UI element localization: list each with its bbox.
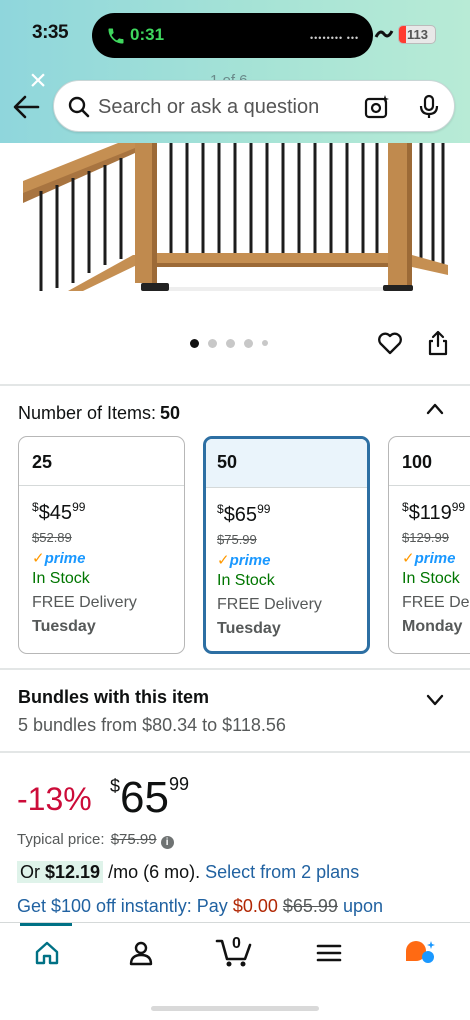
prime-badge-icon: ✓prime — [402, 550, 456, 567]
prime-badge-icon: ✓prime — [217, 552, 271, 569]
carousel-dot[interactable] — [208, 338, 217, 348]
carousel-dot[interactable] — [262, 340, 268, 346]
dynamic-island[interactable]: 0:31 •••••••• ••• — [92, 13, 373, 58]
item-option-qty: 50 — [206, 439, 367, 488]
items-selector-label: Number of Items: 50 — [18, 403, 180, 424]
cart-icon[interactable]: 0 — [215, 933, 253, 969]
carousel-dot[interactable] — [190, 338, 199, 348]
share-icon[interactable] — [427, 330, 449, 356]
item-option-25[interactable]: 25 $$4599 $52.89 ✓prime In Stock FREE De… — [18, 436, 185, 654]
select-plans-link[interactable]: Select from 2 plans — [205, 862, 359, 882]
search-bar[interactable] — [53, 80, 455, 132]
status-time: 3:35 — [32, 22, 69, 43]
item-option-stock: In Stock — [217, 572, 275, 589]
bottom-navigation: 0 — [0, 922, 470, 1020]
status-indicators: 113 — [374, 24, 464, 46]
camera-search-icon[interactable] — [364, 94, 390, 120]
section-divider — [0, 668, 470, 670]
info-icon[interactable]: i — [160, 836, 174, 849]
item-option-qty: 25 — [19, 437, 184, 486]
cart-count: 0 — [232, 935, 241, 952]
prime-badge-icon: ✓prime — [32, 550, 86, 567]
item-option-stock: In Stock — [402, 570, 460, 587]
items-selected-value: 50 — [160, 403, 181, 423]
close-icon[interactable]: × — [26, 66, 50, 96]
home-indicator — [151, 1006, 319, 1011]
monthly-payment: Or $12.19 /mo (6 mo). Select from 2 plan… — [17, 861, 359, 883]
carousel-dot[interactable] — [226, 338, 235, 348]
bundles-subtitle[interactable]: 5 bundles from $80.34 to $118.56 — [18, 715, 286, 736]
microphone-icon[interactable] — [418, 94, 440, 120]
chevron-down-icon[interactable] — [424, 690, 446, 710]
battery-icon: 113 — [398, 25, 436, 44]
item-option-delivery-day: Monday — [402, 618, 463, 635]
carousel-dot[interactable] — [244, 338, 253, 348]
item-option-stock: In Stock — [32, 570, 90, 587]
phone-icon — [108, 28, 124, 44]
back-arrow-icon[interactable] — [12, 94, 40, 120]
search-input[interactable] — [98, 89, 348, 125]
item-option-price: $$4599 — [32, 500, 86, 524]
rufus-assistant-icon[interactable] — [404, 939, 438, 967]
item-option-delivery: FREE Delivery — [402, 594, 470, 611]
item-option-100[interactable]: 100 $$11999 $129.99 ✓prime In Stock FREE… — [388, 436, 470, 654]
account-icon[interactable] — [127, 939, 155, 967]
activity-icon — [374, 30, 394, 38]
audio-wave-icon: •••••••• ••• — [310, 33, 360, 43]
item-option-price: $$11999 — [402, 500, 466, 524]
menu-icon[interactable] — [315, 939, 343, 967]
bundles-title[interactable]: Bundles with this item — [18, 687, 209, 708]
product-photo — [23, 143, 448, 291]
nav-active-indicator — [20, 923, 72, 926]
item-option-50[interactable]: 50 $$6599 $75.99 ✓prime In Stock FREE De… — [203, 436, 370, 654]
item-option-delivery-day: Tuesday — [32, 618, 96, 635]
image-carousel-dots[interactable] — [190, 337, 268, 349]
product-image[interactable] — [23, 143, 448, 291]
item-option-qty: 100 — [389, 437, 470, 486]
item-option-delivery-day: Tuesday — [217, 620, 281, 637]
item-option-delivery: FREE Delivery — [32, 594, 137, 611]
items-label-text: Number of Items: — [18, 403, 157, 423]
search-icon — [68, 96, 90, 118]
item-option-list-price: $129.99 — [402, 530, 449, 545]
typical-price: Typical price: $75.99 i — [17, 831, 174, 849]
section-divider — [0, 751, 470, 753]
battery-level: 113 — [407, 27, 428, 42]
chevron-up-icon[interactable] — [424, 399, 446, 419]
home-icon[interactable] — [33, 939, 61, 967]
section-divider — [0, 384, 470, 386]
card-promo-link[interactable]: Get $100 off instantly: Pay $0.00 $65.99… — [17, 896, 383, 917]
call-timer: 0:31 — [130, 25, 165, 44]
heart-icon[interactable] — [377, 330, 403, 356]
item-option-list-price: $52.89 — [32, 530, 72, 545]
header: 3:35 0:31 •••••••• ••• 113 × 1 of 6 — [0, 0, 470, 143]
item-option-price: $$6599 — [217, 502, 271, 526]
current-price: $6599 — [110, 773, 189, 822]
item-option-list-price: $75.99 — [217, 532, 257, 547]
discount-percent: -13% — [17, 781, 92, 817]
item-option-delivery: FREE Delivery — [217, 596, 322, 613]
